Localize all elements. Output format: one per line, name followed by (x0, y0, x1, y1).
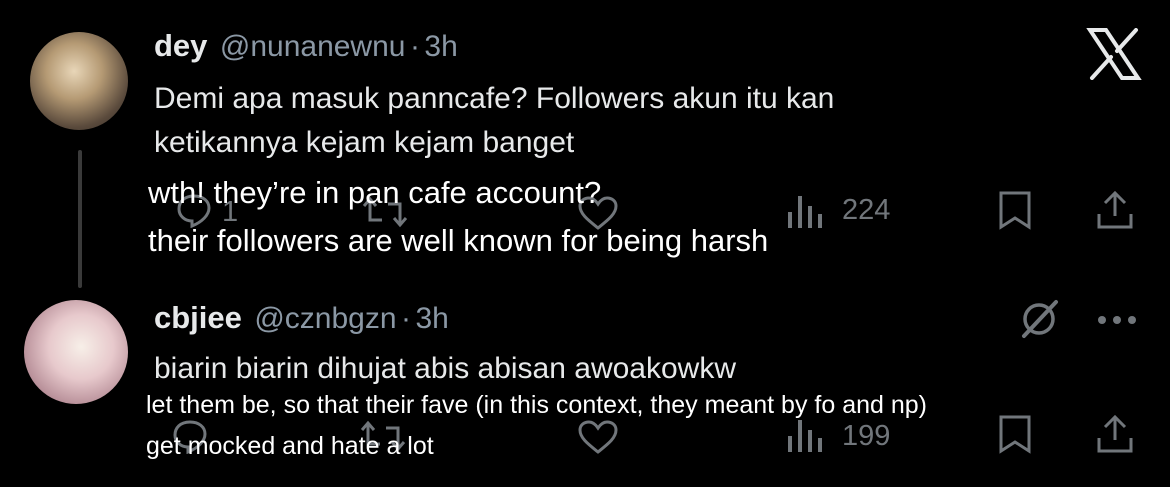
separator-dot: · (409, 30, 420, 63)
display-name[interactable]: cbjiee (154, 300, 242, 335)
more-icon (1096, 314, 1138, 326)
translation-line-2: get mocked and hate a lot (146, 432, 434, 460)
thread-line (78, 150, 82, 288)
more-button[interactable] (1096, 314, 1138, 326)
user-handle[interactable]: @nunanewnu (220, 30, 406, 63)
timestamp[interactable]: 3h (415, 302, 448, 335)
user-handle[interactable]: @cznbgzn (254, 302, 396, 335)
translation-line-1: wth! they’re in pan cafe account? (148, 175, 602, 210)
grok-icon (1018, 298, 1060, 340)
bookmark-icon (998, 414, 1032, 454)
bookmark-button[interactable] (998, 414, 1032, 454)
tweet-header: dey @nunanewnu · 3h (154, 28, 458, 64)
views-button[interactable] (786, 192, 826, 230)
x-logo-icon[interactable] (1086, 28, 1142, 80)
share-icon (1096, 414, 1134, 454)
tweet-header: cbjiee @cznbgzn · 3h (154, 300, 449, 336)
tweet-text-line-2: ketikannya kejam kejam banget (154, 126, 575, 159)
bookmark-button[interactable] (998, 190, 1032, 230)
avatar[interactable] (24, 300, 128, 404)
views-icon (786, 192, 826, 230)
tweet-text-line-1: Demi apa masuk panncafe? Followers akun … (154, 82, 835, 115)
translation-line-1: let them be, so that their fave (in this… (146, 391, 927, 419)
grok-button[interactable] (1018, 298, 1060, 340)
translation-line-2: their followers are well known for being… (148, 223, 769, 258)
avatar[interactable] (30, 32, 128, 130)
timestamp[interactable]: 3h (424, 30, 457, 63)
share-icon (1096, 190, 1134, 230)
display-name[interactable]: dey (154, 28, 207, 63)
view-count: 224 (842, 194, 891, 226)
separator-dot: · (401, 302, 411, 335)
share-button[interactable] (1096, 190, 1134, 230)
bookmark-icon (998, 190, 1032, 230)
share-button[interactable] (1096, 414, 1134, 454)
tweet-text: biarin biarin dihujat abis abisan awoako… (154, 352, 736, 385)
